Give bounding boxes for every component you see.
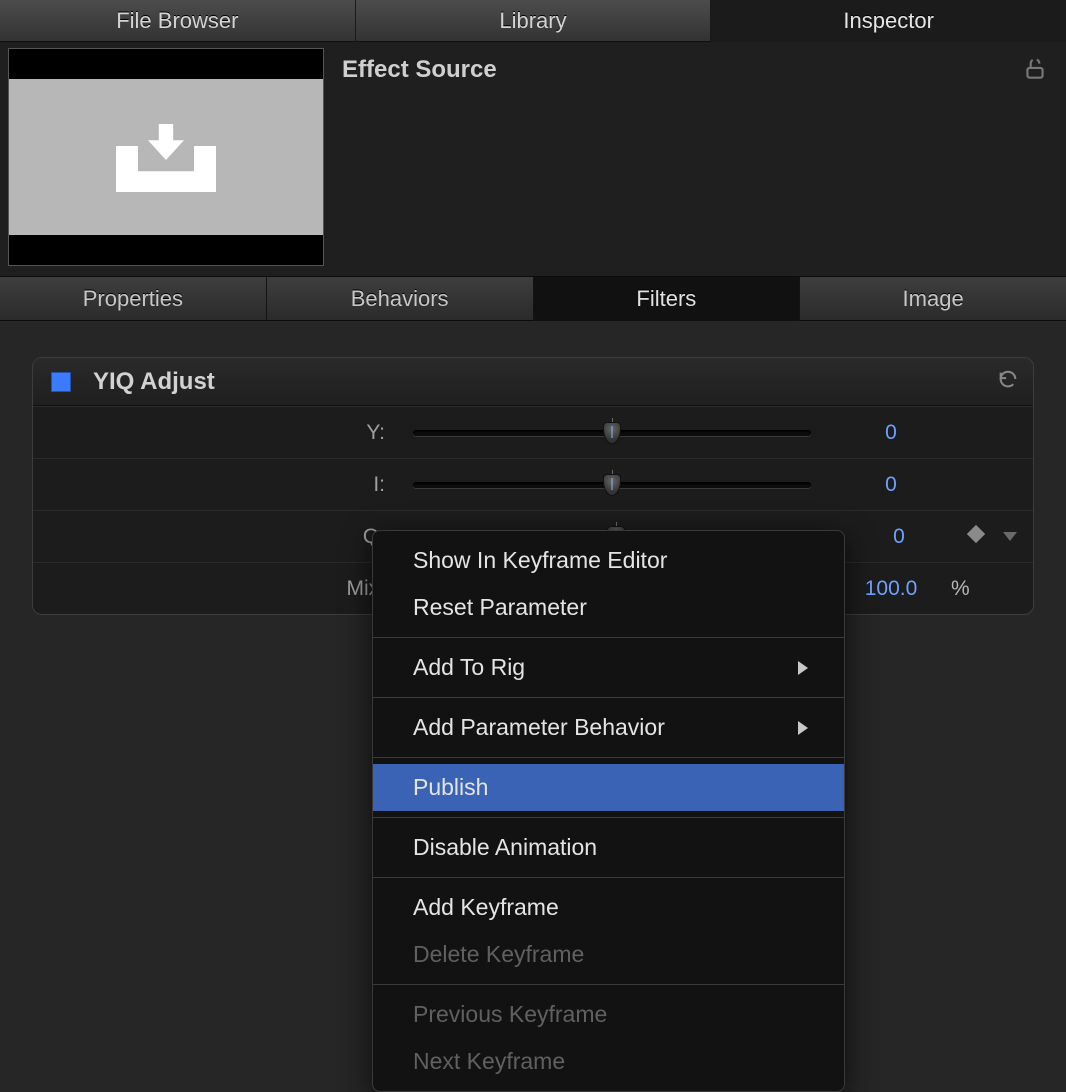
- param-slider-i[interactable]: [413, 476, 811, 494]
- source-thumbnail[interactable]: [8, 48, 324, 266]
- param-value[interactable]: 100.0: [831, 577, 951, 601]
- menu-item-label: Previous Keyframe: [413, 1001, 607, 1028]
- param-slider-y[interactable]: [413, 424, 811, 442]
- menu-show-in-keyframe-editor[interactable]: Show In Keyframe Editor: [373, 537, 844, 584]
- param-label: Q:: [33, 525, 393, 549]
- submenu-arrow-icon: [798, 661, 808, 675]
- param-row-i: I: 0: [33, 458, 1033, 510]
- thumbnail-letterbox: [9, 235, 323, 265]
- param-label: Mix:: [33, 577, 393, 601]
- sub-tabs: Properties Behaviors Filters Image: [0, 277, 1066, 321]
- tab-file-browser[interactable]: File Browser: [0, 0, 356, 42]
- menu-separator: [373, 757, 844, 758]
- submenu-arrow-icon: [798, 721, 808, 735]
- menu-delete-keyframe: Delete Keyframe: [373, 931, 844, 978]
- menu-separator: [373, 984, 844, 985]
- menu-previous-keyframe: Previous Keyframe: [373, 991, 844, 1038]
- menu-reset-parameter[interactable]: Reset Parameter: [373, 584, 844, 631]
- param-unit: %: [951, 577, 981, 601]
- menu-separator: [373, 637, 844, 638]
- menu-item-label: Publish: [413, 774, 488, 801]
- param-label: Y:: [33, 421, 393, 445]
- param-row-y: Y: 0: [33, 406, 1033, 458]
- menu-add-parameter-behavior[interactable]: Add Parameter Behavior: [373, 704, 844, 751]
- param-value[interactable]: 0: [831, 473, 951, 497]
- menu-item-label: Delete Keyframe: [413, 941, 584, 968]
- inspector-header: Effect Source: [0, 42, 1066, 277]
- tab-inspector[interactable]: Inspector: [711, 0, 1066, 42]
- context-menu: Show In Keyframe Editor Reset Parameter …: [372, 530, 845, 1092]
- subtab-filters[interactable]: Filters: [534, 277, 801, 321]
- tab-library[interactable]: Library: [356, 0, 712, 42]
- unlock-icon[interactable]: [1022, 48, 1058, 266]
- keyframe-move-icon[interactable]: [965, 523, 987, 550]
- reset-icon[interactable]: [997, 368, 1019, 395]
- thumbnail-drop-zone: [9, 79, 323, 235]
- menu-item-label: Add To Rig: [413, 654, 525, 681]
- param-value[interactable]: 0: [839, 525, 959, 549]
- param-value[interactable]: 0: [831, 421, 951, 445]
- subtab-image[interactable]: Image: [800, 277, 1066, 321]
- menu-next-keyframe: Next Keyframe: [373, 1038, 844, 1085]
- menu-item-label: Reset Parameter: [413, 594, 587, 621]
- effect-enable-checkbox[interactable]: [51, 372, 71, 392]
- menu-item-label: Disable Animation: [413, 834, 597, 861]
- menu-add-keyframe[interactable]: Add Keyframe: [373, 884, 844, 931]
- menu-separator: [373, 877, 844, 878]
- menu-item-label: Next Keyframe: [413, 1048, 565, 1075]
- subtab-properties[interactable]: Properties: [0, 277, 267, 321]
- param-label: I:: [33, 473, 393, 497]
- effect-title: YIQ Adjust: [93, 368, 997, 396]
- effect-header[interactable]: YIQ Adjust: [33, 358, 1033, 406]
- menu-publish[interactable]: Publish: [373, 764, 844, 811]
- menu-item-label: Add Parameter Behavior: [413, 714, 665, 741]
- drop-zone-icon: [116, 122, 216, 192]
- menu-separator: [373, 817, 844, 818]
- chevron-down-icon[interactable]: [1003, 532, 1017, 541]
- menu-separator: [373, 697, 844, 698]
- menu-item-label: Add Keyframe: [413, 894, 559, 921]
- menu-disable-animation[interactable]: Disable Animation: [373, 824, 844, 871]
- top-tabs: File Browser Library Inspector: [0, 0, 1066, 42]
- subtab-behaviors[interactable]: Behaviors: [267, 277, 534, 321]
- source-title: Effect Source: [342, 48, 1004, 266]
- thumbnail-letterbox: [9, 49, 323, 79]
- menu-add-to-rig[interactable]: Add To Rig: [373, 644, 844, 691]
- menu-item-label: Show In Keyframe Editor: [413, 547, 667, 574]
